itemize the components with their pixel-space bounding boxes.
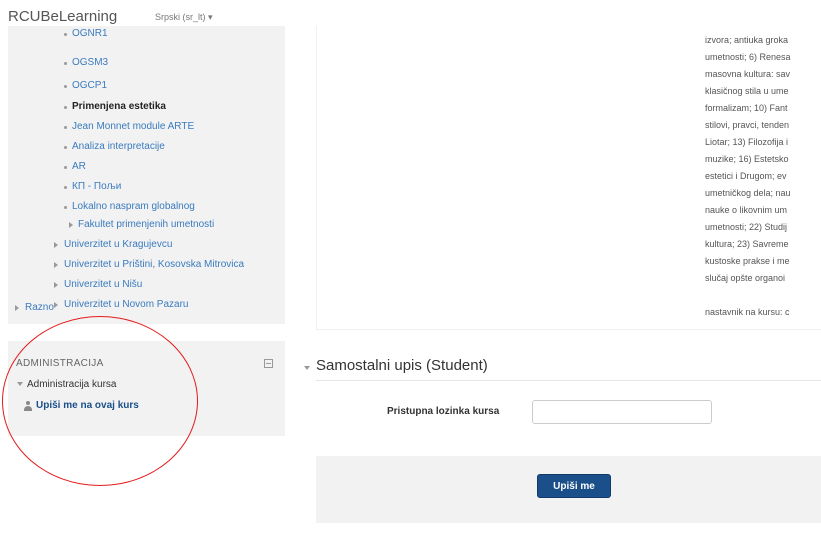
summary-line: kultura; 23) Savreme — [705, 239, 789, 249]
bullet-icon — [64, 206, 67, 209]
summary-line: muzike; 16) Estetsko — [705, 154, 789, 164]
collapse-block-icon[interactable] — [264, 359, 273, 368]
course-link-ognr1[interactable]: OGNR1 — [72, 28, 108, 40]
bullet-icon — [64, 166, 67, 169]
university-link-nis[interactable]: Univerzitet u Nišu — [64, 279, 142, 291]
bullet-icon — [64, 186, 67, 189]
self-enrolment-heading[interactable]: Samostalni upis (Student) — [316, 357, 488, 374]
enrol-me-button[interactable]: Upiši me — [537, 474, 611, 498]
course-link-lokalno-globalno[interactable]: Lokalno naspram globalnog — [72, 201, 195, 213]
course-link-ogsm3[interactable]: OGSM3 — [72, 57, 108, 69]
bullet-icon — [64, 62, 67, 65]
course-link-ogcp1[interactable]: OGCP1 — [72, 80, 107, 92]
summary-line: klasičnog stila u ume — [705, 86, 789, 96]
course-link-kp-polji[interactable]: КП - Пољи — [72, 181, 121, 193]
university-link-kragujevac[interactable]: Univerzitet u Kragujevcu — [64, 239, 172, 251]
summary-line: kustoske prakse i me — [705, 256, 790, 266]
site-brand[interactable]: RCUBeLearning — [8, 8, 117, 25]
university-link-pristina[interactable]: Univerzitet u Prištini, Kosovska Mitrovi… — [64, 259, 244, 271]
summary-line: umetničkog dela; nau — [705, 188, 791, 198]
faculty-link[interactable]: Fakultet primenjenih umetnosti — [78, 219, 214, 231]
enrolment-key-input[interactable] — [532, 400, 712, 424]
summary-line: stilovi, pravci, tenden — [705, 120, 790, 130]
summary-line: masovna kultura: sav — [705, 69, 791, 79]
course-link-jean-monnet[interactable]: Jean Monnet module ARTE — [72, 121, 194, 133]
enrolment-key-label: Pristupna lozinka kursa — [387, 406, 500, 417]
chevron-down-icon[interactable] — [304, 366, 310, 370]
course-administration-node[interactable]: Administracija kursa — [27, 379, 116, 390]
summary-line: formalizam; 10) Fant — [705, 103, 788, 113]
chevron-right-icon[interactable] — [54, 262, 58, 268]
summary-line: nauke o likovnim um — [705, 205, 788, 215]
course-teacher-line: nastavnik na kursu: c — [705, 307, 790, 317]
chevron-down-icon[interactable] — [17, 382, 23, 386]
administration-title: ADMINISTRACIJA — [16, 358, 104, 369]
bullet-icon — [64, 85, 67, 88]
chevron-right-icon[interactable] — [15, 305, 19, 311]
summary-line: slučaj opšte organoi — [705, 273, 786, 283]
bullet-icon — [64, 146, 67, 149]
chevron-right-icon[interactable] — [54, 302, 58, 308]
navigation-block — [8, 26, 285, 324]
bullet-icon — [64, 106, 67, 109]
chevron-right-icon[interactable] — [69, 222, 73, 228]
university-link-novi-pazar[interactable]: Univerzitet u Novom Pazaru — [64, 299, 189, 311]
summary-line: estetici i Drugom; ev — [705, 171, 787, 181]
course-link-ar[interactable]: AR — [72, 161, 86, 173]
bullet-icon — [64, 33, 67, 36]
section-divider — [316, 380, 821, 381]
course-link-primenjena-estetika[interactable]: Primenjena estetika — [72, 101, 166, 113]
enrol-me-link[interactable]: Upiši me na ovaj kurs — [36, 400, 139, 411]
misc-category-link[interactable]: Razno — [25, 302, 54, 314]
summary-line: izvora; antiuka groka — [705, 35, 789, 45]
language-menu[interactable]: Srpski (sr_lt) ▾ — [155, 12, 213, 23]
summary-line: umetnosti; 22) Studij — [705, 222, 788, 232]
bullet-icon — [64, 126, 67, 129]
chevron-right-icon[interactable] — [54, 242, 58, 248]
summary-line: umetnosti; 6) Renesa — [705, 52, 791, 62]
summary-line: Liotar; 13) Filozofija i — [705, 137, 789, 147]
chevron-right-icon[interactable] — [54, 282, 58, 288]
course-link-analiza-interpretacije[interactable]: Analiza interpretacije — [72, 141, 165, 153]
user-icon — [23, 401, 33, 412]
